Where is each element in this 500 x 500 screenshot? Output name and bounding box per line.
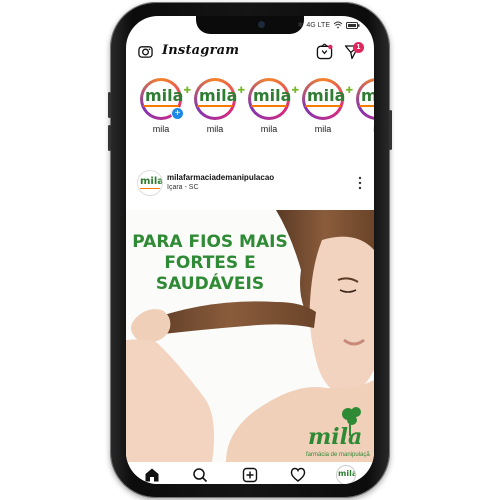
camera-icon[interactable] bbox=[138, 44, 153, 59]
notch bbox=[196, 16, 304, 34]
post-image[interactable]: PARA FIOS MAIS FORTES E SAUDÁVEIS mila f… bbox=[126, 210, 374, 462]
story-ring: mila✚ bbox=[248, 78, 299, 120]
heart-icon[interactable] bbox=[290, 467, 306, 483]
igtv-icon[interactable] bbox=[316, 43, 333, 60]
mila-watermark-logo: mila farmácia de manipulação bbox=[306, 407, 370, 458]
mila-logo: mila✚ bbox=[359, 86, 374, 107]
story-ring: mila✚ bbox=[194, 78, 245, 120]
post-headline-line: FORTES E bbox=[164, 253, 256, 273]
stories-tray: mila✚ + mila mila✚ mila mila✚ mila mila✚… bbox=[126, 78, 374, 158]
instagram-wordmark: Instagram bbox=[162, 43, 240, 58]
story-item[interactable]: mila✚ mila bbox=[299, 78, 353, 134]
bottom-navigation: mila bbox=[126, 462, 374, 484]
phone-screen: ✱ 4G LTE Instagram 1 mila✚ + mila mila✚ … bbox=[126, 16, 374, 484]
svg-text:farmácia de manipulação: farmácia de manipulação bbox=[306, 452, 370, 458]
post-avatar[interactable]: mila bbox=[137, 170, 163, 196]
story-label: mila bbox=[206, 124, 224, 134]
story-ring: mila✚ bbox=[302, 78, 353, 120]
message-count-badge: 1 bbox=[353, 42, 364, 53]
story-label: mila bbox=[152, 124, 170, 134]
mila-logo: mila✚ bbox=[251, 86, 299, 107]
power-button bbox=[389, 110, 392, 150]
add-post-icon[interactable] bbox=[242, 467, 258, 483]
home-icon[interactable] bbox=[144, 467, 160, 483]
post-header: mila milafarmaciademanipulacao Içara - S… bbox=[126, 166, 374, 200]
status-bar: ✱ 4G LTE bbox=[298, 21, 360, 29]
story-ring: mila✚ + bbox=[140, 78, 191, 120]
story-item[interactable]: mila✚ mila bbox=[245, 78, 299, 134]
battery-icon bbox=[346, 21, 360, 29]
story-label: mila bbox=[260, 124, 278, 134]
mila-logo: mila✚ bbox=[197, 86, 245, 107]
post-headline-line: SAUDÁVEIS bbox=[155, 274, 265, 294]
story-item[interactable]: mila✚ m bbox=[353, 78, 374, 134]
more-options-icon[interactable] bbox=[358, 176, 362, 190]
story-item[interactable]: mila✚ + mila bbox=[137, 78, 191, 134]
wifi-icon bbox=[333, 21, 343, 29]
side-button bbox=[108, 92, 111, 118]
post-location[interactable]: Içara - SC bbox=[167, 184, 199, 191]
story-item[interactable]: mila✚ mila bbox=[191, 78, 245, 134]
story-label: m bbox=[353, 124, 374, 134]
svg-text:mila: mila bbox=[308, 424, 362, 450]
post-headline-line: PARA FIOS MAIS bbox=[132, 232, 288, 252]
bluetooth-icon: ✱ bbox=[297, 22, 304, 29]
post-username[interactable]: milafarmaciademanipulacao bbox=[167, 173, 274, 182]
front-camera bbox=[258, 21, 265, 28]
story-label: mila bbox=[314, 124, 332, 134]
add-story-icon[interactable]: + bbox=[171, 107, 184, 120]
network-label: 4G LTE bbox=[306, 21, 330, 29]
profile-avatar[interactable]: mila bbox=[336, 465, 356, 484]
mila-logo: mila✚ bbox=[143, 86, 191, 107]
mila-logo: mila✚ bbox=[305, 86, 353, 107]
story-ring: mila✚ bbox=[356, 78, 374, 120]
mila-logo: mila bbox=[140, 176, 163, 189]
side-button bbox=[108, 125, 111, 151]
top-bar: Instagram 1 bbox=[126, 38, 374, 66]
search-icon[interactable] bbox=[192, 467, 208, 483]
mila-logo: mila bbox=[338, 469, 356, 478]
